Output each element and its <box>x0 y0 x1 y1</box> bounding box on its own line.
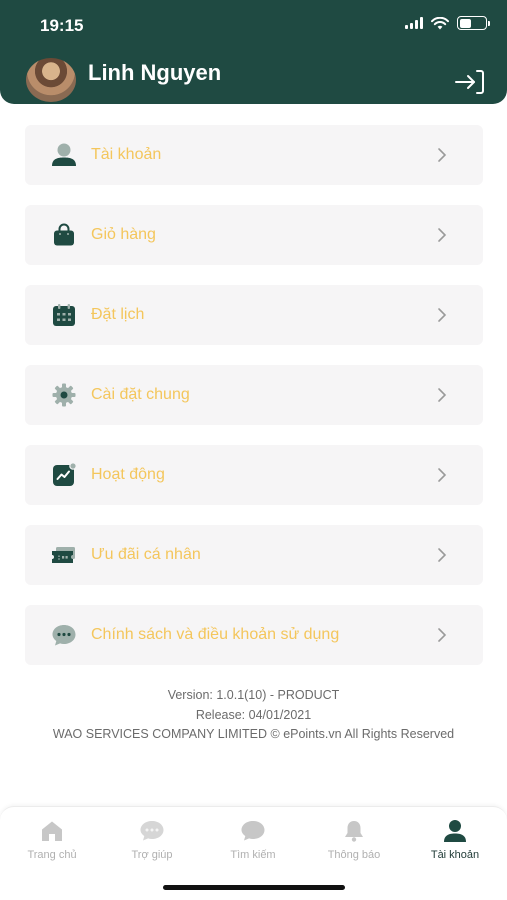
tab-label-notifications: Thông báo <box>327 849 381 861</box>
home-icon <box>42 821 62 841</box>
settings-menu: Tài khoản Giỏ hàng Đặt lịch Cài đặt chun… <box>25 125 483 685</box>
tab-label-account: Tài khoản <box>430 849 480 861</box>
tab-account[interactable]: Tài khoản <box>405 819 505 861</box>
menu-label-policy-terms: Chính sách và điều khoản sử dụng <box>91 626 340 643</box>
status-time: 19:15 <box>40 16 84 35</box>
wifi-icon <box>431 16 449 29</box>
menu-item-personal-offers[interactable]: Ưu đãi cá nhân <box>25 525 483 585</box>
tab-home[interactable]: Trang chủ <box>2 819 102 861</box>
user-name: Linh Nguyen <box>88 60 222 85</box>
cellular-signal-icon <box>405 17 423 29</box>
version-text: Version: 1.0.1(10) - PRODUCT <box>167 688 340 702</box>
tab-label-search: Tìm kiếm <box>230 849 276 861</box>
activity-chart-icon <box>51 462 77 488</box>
menu-label-cart: Giỏ hàng <box>91 226 156 243</box>
menu-item-booking[interactable]: Đặt lịch <box>25 285 483 345</box>
copyright-text: WAO SERVICES COMPANY LIMITED © ePoints.v… <box>52 727 455 741</box>
menu-item-account[interactable]: Tài khoản <box>25 125 483 185</box>
calendar-icon <box>51 302 77 328</box>
menu-label-booking: Đặt lịch <box>91 306 145 323</box>
menu-label-activity: Hoạt động <box>91 466 165 483</box>
chevron-right-icon <box>438 228 447 242</box>
shopping-bag-icon <box>51 222 77 248</box>
chevron-right-icon <box>438 548 447 562</box>
chevron-right-icon <box>438 308 447 322</box>
menu-label-personal-offers: Ưu đãi cá nhân <box>91 546 201 563</box>
chat-bubble-icon <box>51 622 77 648</box>
app-info: Version: 1.0.1(10) - PRODUCT Release: 04… <box>0 686 507 745</box>
menu-item-policy-terms[interactable]: Chính sách và điều khoản sử dụng <box>25 605 483 665</box>
menu-label-general-settings: Cài đặt chung <box>91 386 190 403</box>
bell-icon <box>345 821 363 842</box>
home-indicator <box>163 885 345 890</box>
user-icon <box>51 142 77 168</box>
voucher-icon <box>51 542 77 568</box>
release-text: Release: 04/01/2021 <box>195 707 312 722</box>
battery-icon <box>457 16 490 30</box>
menu-item-cart[interactable]: Giỏ hàng <box>25 205 483 265</box>
gear-icon <box>51 382 77 408</box>
menu-item-general-settings[interactable]: Cài đặt chung <box>25 365 483 425</box>
search-bubble-icon <box>241 821 265 841</box>
tab-notifications[interactable]: Thông báo <box>304 819 404 861</box>
chevron-right-icon <box>438 468 447 482</box>
logout-icon[interactable] <box>454 68 486 96</box>
status-icons <box>405 16 490 30</box>
chevron-right-icon <box>438 388 447 402</box>
chevron-right-icon <box>438 148 447 162</box>
profile-header: 19:15 Linh Nguyen <box>0 0 507 104</box>
menu-label-account: Tài khoản <box>91 146 162 163</box>
tab-help[interactable]: Trợ giúp <box>102 819 202 861</box>
chat-bubble-icon <box>140 821 164 841</box>
tab-label-help: Trợ giúp <box>131 849 173 861</box>
avatar[interactable] <box>26 58 76 102</box>
tab-label-home: Trang chủ <box>27 849 77 861</box>
user-icon <box>444 820 466 842</box>
tab-search[interactable]: Tìm kiếm <box>203 819 303 861</box>
chevron-right-icon <box>438 628 447 642</box>
menu-item-activity[interactable]: Hoạt động <box>25 445 483 505</box>
